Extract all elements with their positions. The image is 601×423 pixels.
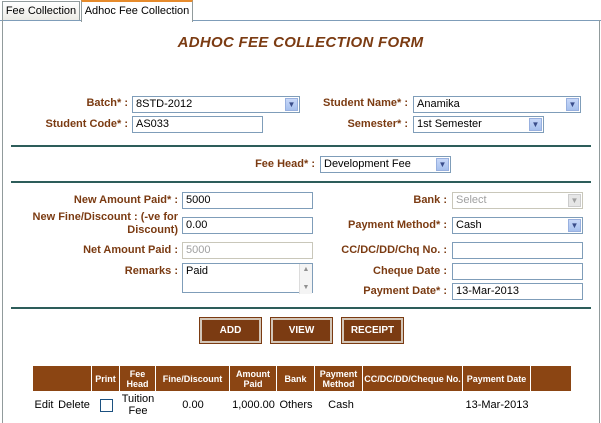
- student-name-select[interactable]: Anamika ▼: [413, 96, 581, 113]
- column-header-bank: Bank: [277, 366, 315, 391]
- fee-head-select-value: Development Fee: [324, 158, 411, 170]
- scroll-up-icon[interactable]: ▲: [300, 264, 312, 276]
- column-header-amount-paid: Amount Paid: [230, 366, 277, 391]
- semester-select-value: 1st Semester: [417, 118, 482, 130]
- print-checkbox[interactable]: [99, 398, 113, 412]
- tab-fee-collection[interactable]: Fee Collection: [2, 1, 80, 20]
- new-amount-field[interactable]: 5000: [182, 192, 313, 209]
- form-title: ADHOC FEE COLLECTION FORM: [177, 34, 424, 51]
- print-checkbox-cell: [92, 391, 120, 419]
- batch-label: Batch* :: [86, 97, 128, 109]
- fine-discount-label: New Fine/Discount : (-ve for Discount): [32, 211, 178, 236]
- column-header-cheque-no: CC/DC/DD/Cheque No.: [363, 366, 463, 391]
- tab-adhoc-fee-collection[interactable]: Adhoc Fee Collection: [81, 0, 193, 22]
- view-button[interactable]: VIEW: [270, 317, 333, 344]
- cheque-date-field[interactable]: [452, 263, 583, 280]
- divider: [11, 307, 591, 309]
- chevron-down-icon: ▼: [285, 98, 298, 111]
- cell-cheque-no: [367, 391, 463, 419]
- chevron-down-icon: ▼: [529, 118, 542, 131]
- student-code-label: Student Code* :: [45, 118, 129, 130]
- bank-select-value: Select: [456, 194, 487, 206]
- net-amount-field: 5000: [182, 242, 313, 259]
- divider: [11, 145, 591, 147]
- cell-amount-paid: 1,000.00: [232, 399, 275, 411]
- cc-dc-field[interactable]: [452, 242, 583, 259]
- receipt-button[interactable]: RECEIPT: [341, 317, 404, 344]
- remarks-scrollbar[interactable]: ▲ ▼: [299, 264, 312, 294]
- fee-head-select[interactable]: Development Fee ▼: [320, 156, 451, 173]
- student-name-select-value: Anamika: [417, 98, 460, 110]
- column-header-print: Print: [92, 366, 120, 391]
- bank-select: Select ▼: [452, 192, 583, 209]
- divider: [11, 181, 591, 183]
- cell-payment-date: 13-Mar-2013: [465, 399, 529, 411]
- cc-dc-label: CC/DC/DD/Chq No. :: [341, 244, 447, 256]
- payment-method-label: Payment Method* :: [347, 219, 447, 231]
- payment-date-label: Payment Date* :: [363, 285, 447, 297]
- tab-bar: Fee Collection Adhoc Fee Collection: [0, 0, 601, 22]
- batch-select[interactable]: 8STD-2012 ▼: [132, 96, 300, 113]
- add-button[interactable]: ADD: [199, 317, 262, 344]
- column-header: [531, 366, 571, 391]
- new-amount-label: New Amount Paid* :: [73, 194, 178, 206]
- table-header: Print Fee Head Fine/Discount Amount Paid…: [33, 366, 571, 391]
- student-code-field[interactable]: AS033: [132, 116, 263, 133]
- semester-select[interactable]: 1st Semester ▼: [413, 116, 544, 133]
- column-header-payment-date: Payment Date: [463, 366, 531, 391]
- cell-payment-method: Cash: [328, 399, 354, 411]
- chevron-down-icon: ▼: [568, 194, 581, 207]
- chevron-down-icon: ▼: [566, 98, 579, 111]
- column-header-fee-head: Fee Head: [120, 366, 156, 391]
- cell-fee-head: Tuition Fee: [121, 393, 155, 417]
- fee-head-label: Fee Head* :: [255, 158, 315, 170]
- remarks-textarea[interactable]: Paid ▲ ▼: [182, 263, 313, 294]
- payment-date-field[interactable]: 13-Mar-2013: [452, 283, 583, 300]
- cell-fine-discount: 0.00: [182, 399, 204, 411]
- student-name-label: Student Name* :: [323, 97, 408, 109]
- remarks-label: Remarks :: [124, 265, 178, 277]
- edit-link[interactable]: Edit: [33, 391, 55, 419]
- cell-bank: Others: [279, 399, 313, 411]
- column-header-fine-discount: Fine/Discount: [156, 366, 230, 391]
- bank-label: Bank :: [413, 194, 447, 206]
- remarks-value: Paid: [186, 265, 209, 277]
- batch-select-value: 8STD-2012: [136, 98, 193, 110]
- semester-label: Semester* :: [347, 118, 408, 130]
- chevron-down-icon: ▼: [568, 219, 581, 232]
- fine-discount-field[interactable]: 0.00: [182, 217, 313, 234]
- cheque-date-label: Cheque Date :: [373, 265, 447, 277]
- payment-method-select-value: Cash: [456, 219, 482, 231]
- column-header-payment-method: Payment Method: [315, 366, 363, 391]
- net-amount-label: Net Amount Paid :: [83, 244, 178, 256]
- payment-method-select[interactable]: Cash ▼: [452, 217, 583, 234]
- chevron-down-icon: ▼: [436, 158, 449, 171]
- delete-link[interactable]: Delete: [57, 391, 91, 419]
- scroll-down-icon[interactable]: ▼: [300, 282, 312, 294]
- column-header: [33, 366, 92, 391]
